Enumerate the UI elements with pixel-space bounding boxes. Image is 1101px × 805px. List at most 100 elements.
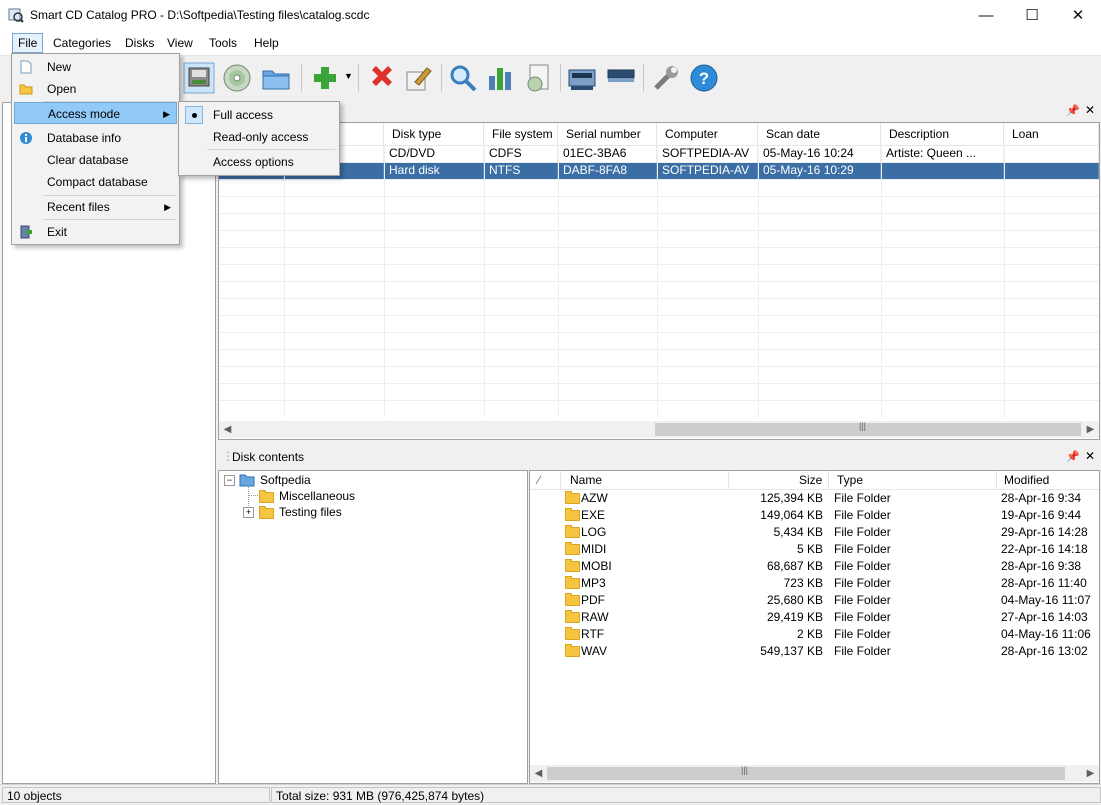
scan-disk-icon[interactable] — [183, 62, 215, 94]
tree-item[interactable]: Testing files — [279, 505, 342, 519]
table-row[interactable]: CD/DVD CDFS 01EC-3BA6 SOFTPEDIA-AV 05-Ma… — [219, 145, 1099, 162]
tree-root[interactable]: Softpedia — [260, 473, 311, 487]
column-header-serial-number[interactable]: Serial number — [558, 123, 657, 145]
tree-item[interactable]: Miscellaneous — [279, 489, 355, 503]
expand-icon[interactable]: + — [243, 507, 254, 518]
column-header-file-system[interactable]: File system — [484, 123, 558, 145]
drive-flat-icon[interactable] — [605, 62, 637, 94]
scroll-left-icon[interactable]: ◀ — [219, 421, 236, 438]
scroll-right-icon[interactable]: ▶ — [1082, 421, 1099, 438]
list-item[interactable]: RTF 2 KB File Folder 04-May-16 11:06 — [530, 626, 1099, 643]
menu-item-new[interactable]: New — [14, 56, 177, 78]
folder-icon — [565, 508, 580, 521]
column-header-loan[interactable]: Loan — [1004, 123, 1099, 145]
toolbar-separator — [441, 64, 442, 92]
column-header-name[interactable]: Name — [570, 473, 602, 487]
column-header-disk-type[interactable]: Disk type — [384, 123, 484, 145]
help-icon[interactable]: ? — [688, 62, 720, 94]
report-icon[interactable] — [522, 62, 554, 94]
scroll-right-icon[interactable]: ▶ — [1082, 765, 1099, 782]
minimize-button[interactable]: — — [963, 0, 1009, 31]
open-folder-icon[interactable] — [260, 62, 292, 94]
add-icon[interactable] — [309, 62, 341, 94]
pin-icon[interactable]: 📌 — [1066, 104, 1080, 117]
table-row-selected[interactable]: Hard disk NTFS DABF-8FA8 SOFTPEDIA-AV 05… — [219, 162, 1099, 179]
file-modified: 28-Apr-16 9:38 — [1001, 559, 1082, 573]
tools-icon[interactable] — [650, 62, 682, 94]
grid-line — [219, 366, 1099, 367]
menu-categories[interactable]: Categories — [48, 34, 116, 52]
collapse-icon[interactable]: − — [224, 475, 235, 486]
horizontal-scrollbar[interactable]: ◀ ||| ▶ — [219, 421, 1099, 438]
menu-view[interactable]: View — [162, 34, 198, 52]
list-item[interactable]: RAW 29,419 KB File Folder 27-Apr-16 14:03 — [530, 609, 1099, 626]
menu-item-full-access[interactable]: Full access — [181, 104, 337, 126]
folder-icon — [565, 593, 580, 606]
menu-item-read-only-access[interactable]: Read-only access — [181, 126, 337, 148]
column-header-size[interactable]: Size — [799, 473, 822, 487]
menu-help[interactable]: Help — [249, 34, 284, 52]
grip-icon: ||| — [741, 765, 749, 775]
file-type: File Folder — [834, 593, 891, 607]
menu-file[interactable]: File — [12, 33, 44, 53]
grip-icon: ||| — [859, 421, 867, 431]
open-folder-icon — [19, 84, 33, 95]
column-header-computer[interactable]: Computer — [657, 123, 758, 145]
menu-item-open[interactable]: Open — [14, 78, 177, 100]
column-header-type[interactable]: Type — [837, 473, 863, 487]
menu-tools[interactable]: Tools — [204, 34, 242, 52]
column-header-scan-date[interactable]: Scan date — [758, 123, 881, 145]
cell-description — [881, 162, 1004, 179]
list-item[interactable]: AZW 125,394 KB File Folder 28-Apr-16 9:34 — [530, 490, 1099, 507]
column-divider — [996, 471, 997, 489]
list-item[interactable]: MP3 723 KB File Folder 28-Apr-16 11:40 — [530, 575, 1099, 592]
pin-icon[interactable]: 📌 — [1066, 450, 1080, 463]
menu-item-compact-database[interactable]: Compact database — [14, 171, 177, 193]
scroll-left-icon[interactable]: ◀ — [530, 765, 547, 782]
menu-item-clear-database[interactable]: Clear database — [14, 149, 177, 171]
file-list-header: ⁄ Name Size Type Modified — [530, 471, 1099, 490]
menu-item-access-mode[interactable]: Access mode ▶ — [14, 102, 177, 124]
list-item[interactable]: WAV 549,137 KB File Folder 28-Apr-16 13:02 — [530, 643, 1099, 660]
close-panel-icon[interactable]: ✕ — [1085, 449, 1095, 463]
horizontal-scrollbar[interactable]: ◀ ||| ▶ — [530, 765, 1099, 782]
menu-item-database-info[interactable]: Database info — [14, 127, 177, 149]
file-modified: 28-Apr-16 13:02 — [1001, 644, 1088, 658]
scrollbar-thumb[interactable]: ||| — [655, 421, 1081, 436]
disks-grid[interactable]: Disk type File system Serial number Comp… — [218, 122, 1100, 440]
drive-icon[interactable] — [566, 62, 598, 94]
menu-item-recent-files[interactable]: Recent files ▶ — [14, 196, 177, 218]
svg-text:?: ? — [699, 69, 709, 88]
menu-item-access-options[interactable]: Access options — [181, 151, 337, 173]
menu-item-exit[interactable]: Exit — [14, 221, 177, 243]
list-item[interactable]: MOBI 68,687 KB File Folder 28-Apr-16 9:38 — [530, 558, 1099, 575]
column-header-description[interactable]: Description — [881, 123, 1004, 145]
file-modified: 28-Apr-16 11:40 — [1001, 576, 1087, 590]
maximize-button[interactable]: ☐ — [1009, 0, 1055, 31]
file-list[interactable]: ⁄ Name Size Type Modified AZW 125,394 KB F… — [529, 470, 1100, 784]
edit-icon[interactable] — [403, 62, 435, 94]
grid-column-line — [384, 145, 385, 417]
column-header-modified[interactable]: Modified — [1004, 473, 1049, 487]
close-button[interactable]: ✕ — [1055, 0, 1101, 31]
folder-tree[interactable]: − Softpedia Miscellaneous + Testing file… — [218, 470, 528, 784]
sort-icon[interactable]: ⁄ — [538, 473, 540, 487]
add-dropdown-icon[interactable]: ▼ — [344, 71, 353, 81]
list-item[interactable]: EXE 149,064 KB File Folder 19-Apr-16 9:44 — [530, 507, 1099, 524]
file-modified: 28-Apr-16 9:34 — [1001, 491, 1082, 505]
file-size: 2 KB — [796, 627, 823, 641]
cell-scan-date: 05-May-16 10:24 — [758, 145, 881, 162]
menu-disks[interactable]: Disks — [120, 34, 159, 52]
toolbar-separator — [560, 64, 561, 92]
statistics-icon[interactable] — [485, 62, 517, 94]
scrollbar-thumb[interactable]: ||| — [547, 765, 1065, 780]
list-item[interactable]: LOG 5,434 KB File Folder 29-Apr-16 14:28 — [530, 524, 1099, 541]
folder-icon — [259, 490, 274, 503]
close-panel-icon[interactable]: ✕ — [1085, 103, 1095, 117]
list-item[interactable]: PDF 25,680 KB File Folder 04-May-16 11:07 — [530, 592, 1099, 609]
cd-icon[interactable] — [221, 62, 253, 94]
search-icon[interactable] — [447, 62, 479, 94]
list-item[interactable]: MIDI 5 KB File Folder 22-Apr-16 14:18 — [530, 541, 1099, 558]
delete-icon[interactable] — [366, 62, 398, 94]
file-size: 5,434 KB — [773, 525, 823, 539]
